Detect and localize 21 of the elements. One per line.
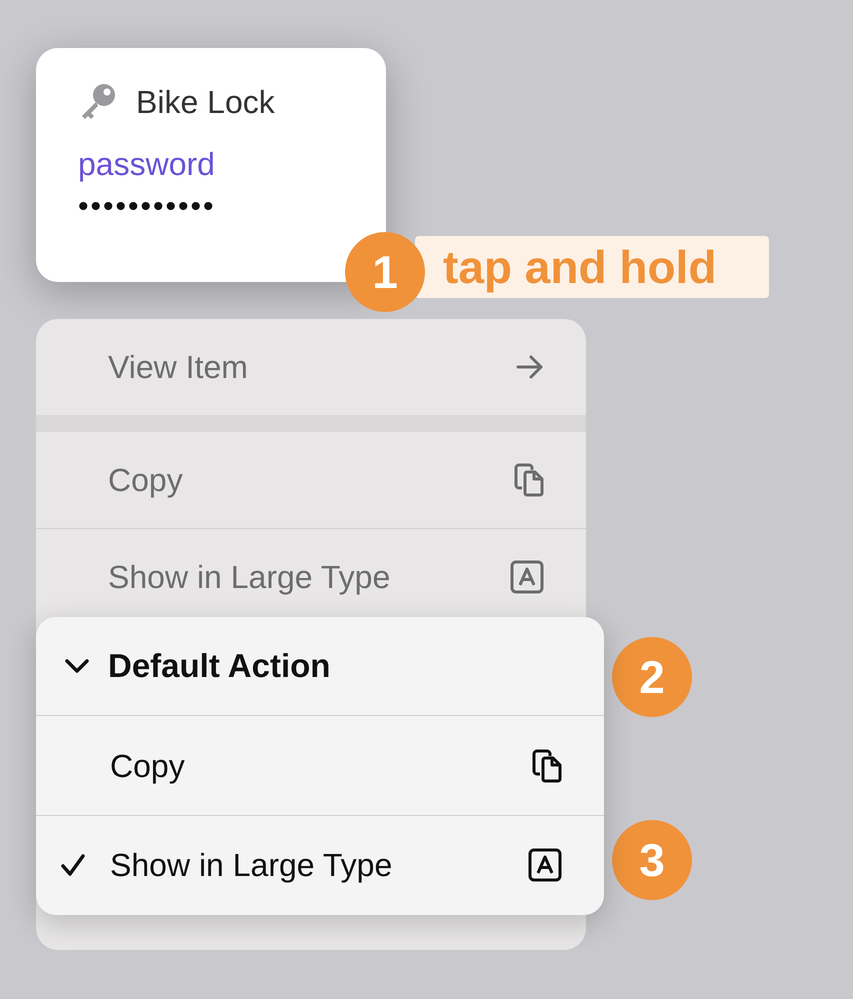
callout-label: tap and hold <box>415 236 769 298</box>
submenu-header[interactable]: Default Action <box>36 617 604 716</box>
field-label: password <box>78 148 216 180</box>
step-badge: 3 <box>612 820 692 900</box>
item-title: Bike Lock <box>136 83 275 122</box>
copy-icon <box>514 463 544 497</box>
submenu-item-label: Show in Large Type <box>110 846 394 885</box>
copy-icon <box>532 748 562 782</box>
step-badge: 2 <box>612 637 692 717</box>
submenu-title: Default Action <box>108 646 330 686</box>
menu-item[interactable]: Copy <box>36 432 586 528</box>
step-badge: 1 <box>345 232 425 312</box>
large-type-icon <box>528 848 562 882</box>
chevron-down-icon <box>64 658 90 674</box>
menu-item[interactable]: View Item <box>36 319 586 415</box>
submenu-item[interactable]: Show in Large Type <box>36 815 604 914</box>
password-value: ••••••••••• <box>78 192 217 222</box>
submenu-item-label: Copy <box>110 746 186 786</box>
large-type-icon <box>510 560 544 594</box>
arrow-icon <box>516 355 544 379</box>
submenu-item[interactable]: Copy <box>36 716 604 815</box>
